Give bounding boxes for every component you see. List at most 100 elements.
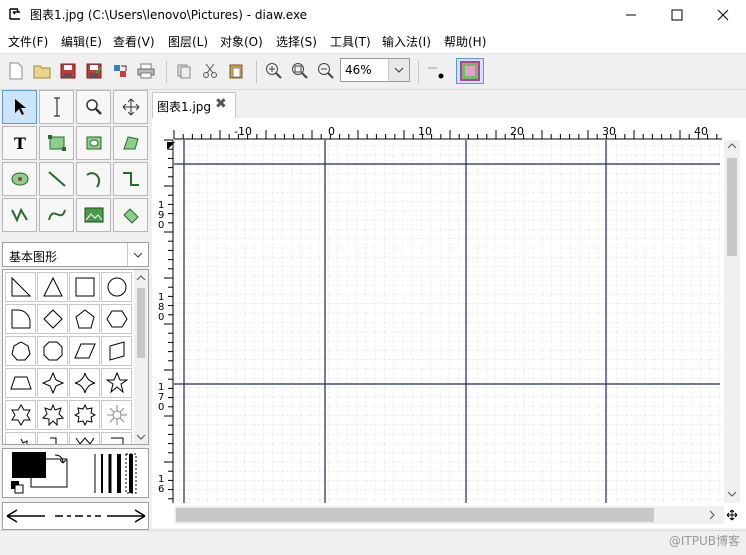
end-arrow-icon	[107, 509, 146, 523]
shape-row6-1[interactable]	[5, 432, 36, 444]
burst-shape[interactable]	[101, 400, 132, 430]
polygon-tool[interactable]	[113, 126, 148, 160]
move-tool[interactable]	[113, 90, 148, 124]
chevron-down-icon[interactable]	[388, 59, 409, 81]
bezier-tool[interactable]	[39, 198, 74, 232]
circle-shape[interactable]	[101, 272, 132, 302]
toolbar-separator	[418, 61, 419, 83]
toolbox-panel: T 基本图形	[0, 90, 152, 530]
image-tool[interactable]	[76, 198, 111, 232]
fill-color-icon	[460, 61, 480, 81]
line-tool[interactable]	[39, 162, 74, 196]
four-point-star-shape[interactable]	[37, 368, 68, 398]
five-point-star-shape[interactable]	[101, 368, 132, 398]
concave-star-shape[interactable]	[69, 368, 100, 398]
zoom-select[interactable]: 46%	[340, 58, 410, 82]
title-bar: 图表1.jpg (C:\Users\lenovo\Pictures) - dia…	[0, 0, 746, 29]
app-icon	[9, 8, 21, 20]
menu-help[interactable]: 帮助(H)	[444, 33, 486, 50]
zoom-fit-button[interactable]	[288, 60, 312, 82]
save-button[interactable]	[56, 60, 80, 82]
parallelogram-shape[interactable]	[69, 336, 100, 366]
ruler-label-neg10: -10	[234, 125, 252, 138]
horizontal-scroll-thumb	[176, 508, 654, 522]
print-button[interactable]	[134, 60, 158, 82]
circle-icon	[107, 277, 126, 297]
document-tab[interactable]: 图表1.jpg ✖	[152, 92, 236, 118]
octagon-icon	[43, 341, 62, 361]
quarter-circle-shape[interactable]	[5, 304, 36, 334]
close-tab-icon[interactable]: ✖	[215, 96, 227, 112]
box-tool[interactable]	[39, 126, 74, 160]
menu-select[interactable]: 选择(S)	[276, 33, 317, 50]
triangle-shape[interactable]	[37, 272, 68, 302]
paste-icon	[229, 64, 243, 79]
menu-edit[interactable]: 编辑(E)	[61, 33, 102, 50]
five-point-star-icon	[105, 372, 128, 394]
arc-tool[interactable]	[76, 162, 111, 196]
bezier-ellipse-tool[interactable]	[2, 162, 37, 196]
polyline-tool[interactable]	[2, 198, 37, 232]
seven-point-star-shape[interactable]	[37, 400, 68, 430]
fill-color-button[interactable]	[456, 58, 484, 84]
chevron-down-icon[interactable]	[127, 243, 148, 266]
shape-palette-scrollbar[interactable]	[134, 270, 148, 444]
magnify-tool[interactable]	[76, 90, 111, 124]
shape-category-select[interactable]: 基本图形	[2, 242, 149, 267]
skewed-rectangle-shape[interactable]	[101, 336, 132, 366]
zoom-out-button[interactable]	[314, 60, 338, 82]
minimize-button[interactable]	[608, 0, 654, 29]
menu-view[interactable]: 查看(V)	[113, 33, 155, 50]
hexagon-shape[interactable]	[101, 304, 132, 334]
heptagon-shape[interactable]	[5, 336, 36, 366]
square-shape[interactable]	[69, 272, 100, 302]
six-point-star-icon	[10, 404, 31, 426]
color-swatches	[11, 452, 137, 494]
save-as-button[interactable]	[82, 60, 106, 82]
eight-point-star-shape[interactable]	[69, 400, 100, 430]
line-style-button[interactable]	[426, 60, 450, 82]
diamond-icon	[42, 309, 63, 329]
outline-tool[interactable]	[113, 198, 148, 232]
shape-row6-3[interactable]	[69, 432, 100, 444]
ruler-label-30: 30	[602, 125, 616, 138]
menu-input-method[interactable]: 输入法(I)	[382, 33, 431, 50]
menu-tools[interactable]: 工具(T)	[330, 33, 371, 50]
new-file-button[interactable]	[4, 60, 28, 82]
six-point-star-shape[interactable]	[5, 400, 36, 430]
copy-button[interactable]	[172, 60, 196, 82]
octagon-shape[interactable]	[37, 336, 68, 366]
menu-object[interactable]: 对象(O)	[220, 33, 263, 50]
text-tool[interactable]: T	[2, 126, 37, 160]
pointer-icon	[14, 99, 26, 115]
shape-row6-2[interactable]	[37, 432, 68, 444]
shape-row6-4[interactable]	[101, 432, 132, 444]
copy-icon	[177, 64, 191, 79]
text-cursor-tool[interactable]	[39, 90, 74, 124]
trapezoid-shape[interactable]	[5, 368, 36, 398]
diagram-canvas[interactable]: -10 0 10 20 30 40 1 9 0 1 8 0 1 7 0 1 6	[152, 118, 746, 528]
zigzag-tool[interactable]	[113, 162, 148, 196]
zoom-in-button[interactable]	[262, 60, 286, 82]
image-icon	[84, 207, 103, 223]
diamond-shape[interactable]	[37, 304, 68, 334]
menu-layer[interactable]: 图层(L)	[168, 33, 208, 50]
cut-button[interactable]	[198, 60, 222, 82]
export-button[interactable]	[108, 60, 132, 82]
close-button[interactable]	[700, 0, 746, 29]
pointer-tool[interactable]	[2, 90, 37, 124]
right-triangle-shape[interactable]	[5, 272, 36, 302]
square-icon	[75, 277, 94, 297]
paste-button[interactable]	[224, 60, 248, 82]
right-triangle-icon	[11, 276, 31, 297]
pentagon-shape[interactable]	[69, 304, 100, 334]
ellipse-box-tool[interactable]	[76, 126, 111, 160]
maximize-button[interactable]	[654, 0, 700, 29]
open-button[interactable]	[30, 60, 54, 82]
line-icon	[47, 171, 66, 187]
ruler-label-10: 10	[418, 125, 432, 138]
hexagon-icon	[105, 310, 128, 328]
vruler-6: 6	[158, 484, 164, 495]
canvas-area[interactable]: -10 0 10 20 30 40 1 9 0 1 8 0 1 7 0 1 6	[152, 118, 746, 528]
menu-file[interactable]: 文件(F)	[8, 33, 48, 50]
